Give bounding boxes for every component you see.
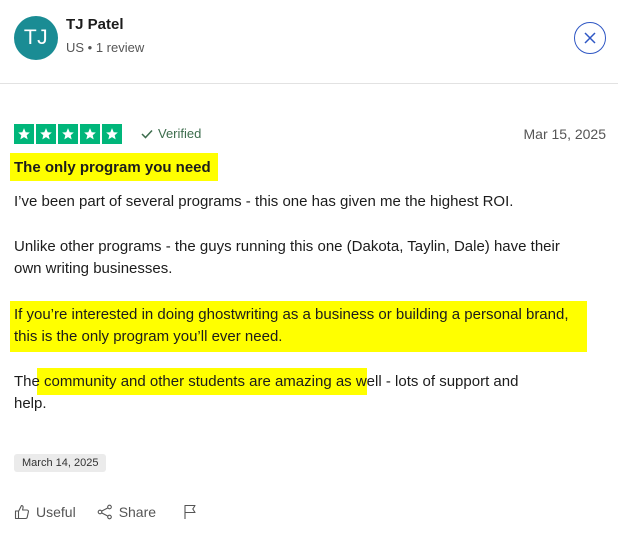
review-paragraph: The community and other students are ama…: [14, 373, 519, 412]
star-icon: [36, 124, 56, 144]
star-rating: [14, 124, 122, 144]
review-paragraph: I’ve been part of several programs - thi…: [14, 193, 514, 210]
verified-label: Verified: [158, 126, 202, 141]
reviewer-meta: US • 1 review: [66, 40, 145, 55]
useful-button[interactable]: Useful: [14, 504, 76, 520]
star-icon: [14, 124, 34, 144]
review-paragraph: Unlike other programs - the guys running…: [14, 238, 560, 277]
reviewer-name[interactable]: TJ Patel: [66, 16, 124, 33]
share-icon: [97, 504, 112, 520]
review-date: Mar 15, 2025: [523, 126, 607, 142]
useful-label: Useful: [36, 504, 76, 520]
verified-badge[interactable]: Verified: [141, 126, 201, 141]
checkmark-icon: [141, 129, 153, 139]
share-button[interactable]: Share: [97, 504, 156, 520]
thumbs-up-icon: [14, 504, 29, 520]
report-button[interactable]: [182, 504, 198, 520]
close-button[interactable]: [574, 22, 606, 54]
star-icon: [102, 124, 122, 144]
review-title: The only program you need: [14, 158, 211, 176]
avatar: TJ: [14, 16, 58, 60]
review-title-highlight: The only program you need: [10, 153, 218, 181]
close-icon: [584, 32, 596, 44]
review-actions: Useful Share: [14, 504, 198, 520]
star-icon: [80, 124, 100, 144]
experience-date: March 14, 2025: [14, 454, 107, 472]
review-header: TJ TJ Patel US • 1 review: [0, 0, 618, 84]
review-paragraph: If you’re interested in doing ghostwriti…: [14, 306, 569, 345]
flag-icon: [184, 504, 196, 519]
star-icon: [58, 124, 78, 144]
share-label: Share: [118, 504, 157, 520]
